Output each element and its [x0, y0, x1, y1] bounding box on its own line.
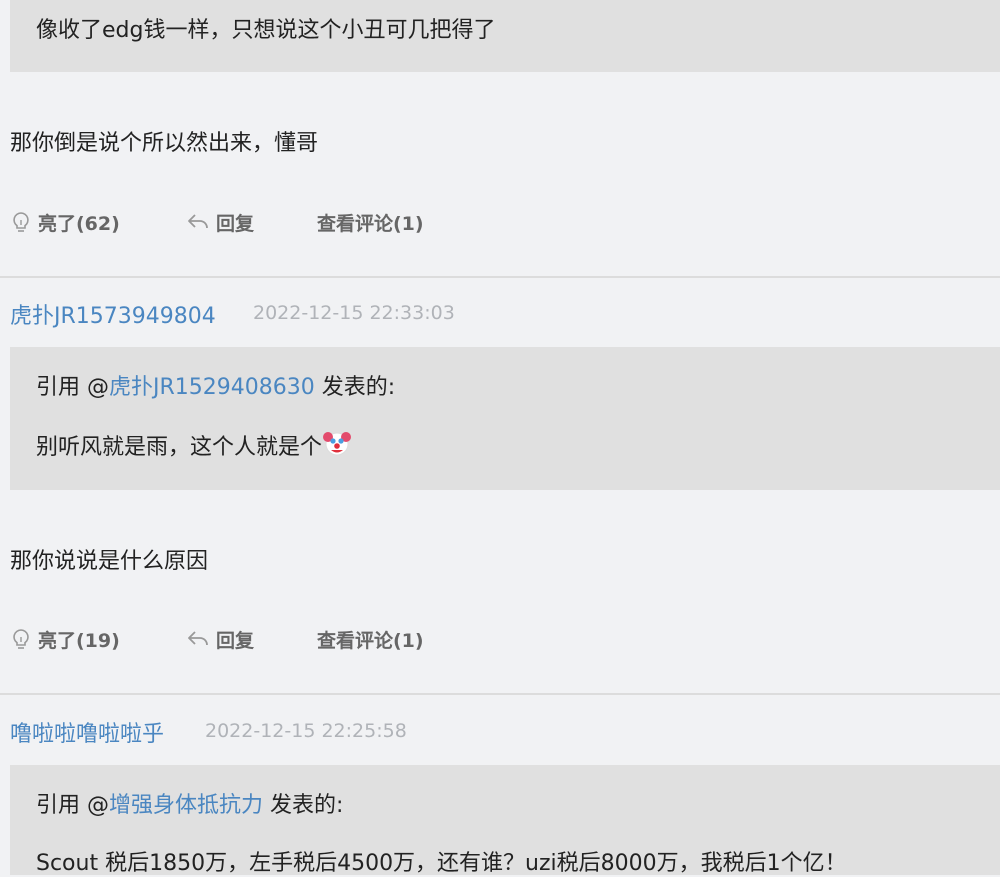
lightbulb-icon [13, 212, 29, 232]
quoted-user-link[interactable]: 增强身体抵抗力 [109, 793, 263, 818]
post-username[interactable]: 噜啦啦噜啦啦乎 [10, 716, 164, 748]
view-comments-button[interactable]: 查看评论(1) [317, 623, 424, 655]
quote-block: 引用 @增强身体抵抗力 发表的: Scout 税后1850万，左手税后4500万… [10, 765, 1000, 876]
post-timestamp: 2022-12-15 22:25:58 [205, 720, 407, 742]
quote-text: 像收了edg钱一样，只想说这个小丑可几把得了 [36, 18, 496, 43]
quote-prefix: 引用 @ [36, 793, 109, 818]
quote-block: 引用 @虎扑JR1529408630 发表的: 别听风就是雨，这个人就是个 [10, 347, 1000, 490]
quote-header: 引用 @增强身体抵抗力 发表的: [36, 787, 343, 819]
reply-text: 那你说说是什么原因 [10, 549, 209, 574]
view-comments-button[interactable]: 查看评论(1) [317, 206, 424, 238]
like-button[interactable]: 亮了(19) [10, 623, 120, 655]
reply-label: 回复 [216, 212, 255, 235]
post-timestamp: 2022-12-15 22:33:03 [253, 302, 455, 324]
action-bar: 亮了(62) 回复 查看评论(1) [10, 206, 510, 238]
like-label: 亮了(19) [38, 629, 120, 652]
post-divider [0, 276, 1000, 278]
view-comments-label: 查看评论(1) [317, 629, 424, 652]
quote-header: 引用 @虎扑JR1529408630 发表的: [36, 369, 395, 401]
lightbulb-icon [13, 629, 29, 649]
quote-suffix: 发表的: [314, 375, 396, 400]
quoted-user-link[interactable]: 虎扑JR1529408630 [109, 375, 315, 400]
quote-prefix: 引用 @ [36, 375, 109, 400]
post-divider [0, 693, 1000, 695]
quote-suffix: 发表的: [263, 793, 344, 818]
reply-label: 回复 [216, 629, 255, 652]
post-username[interactable]: 虎扑JR1573949804 [10, 298, 216, 330]
like-button[interactable]: 亮了(62) [10, 206, 120, 238]
reply-button[interactable]: 回复 [186, 623, 254, 655]
action-bar: 亮了(19) 回复 查看评论(1) [10, 623, 510, 655]
reply-arrow-icon [188, 214, 208, 229]
quote-text: 别听风就是雨，这个人就是个 [36, 435, 323, 460]
reply-button[interactable]: 回复 [186, 206, 254, 238]
clown-face-icon [323, 432, 352, 456]
reply-text: 那你倒是说个所以然出来，懂哥 [10, 131, 319, 156]
view-comments-label: 查看评论(1) [317, 212, 424, 235]
quote-body: 别听风就是雨，这个人就是个 [36, 429, 352, 461]
reply-arrow-icon [188, 631, 208, 646]
quote-text: Scout 税后1850万，左手税后4500万，还有谁？uzi税后8000万，我… [36, 851, 847, 876]
like-label: 亮了(62) [38, 212, 120, 235]
quote-block: 像收了edg钱一样，只想说这个小丑可几把得了 [10, 0, 1000, 72]
